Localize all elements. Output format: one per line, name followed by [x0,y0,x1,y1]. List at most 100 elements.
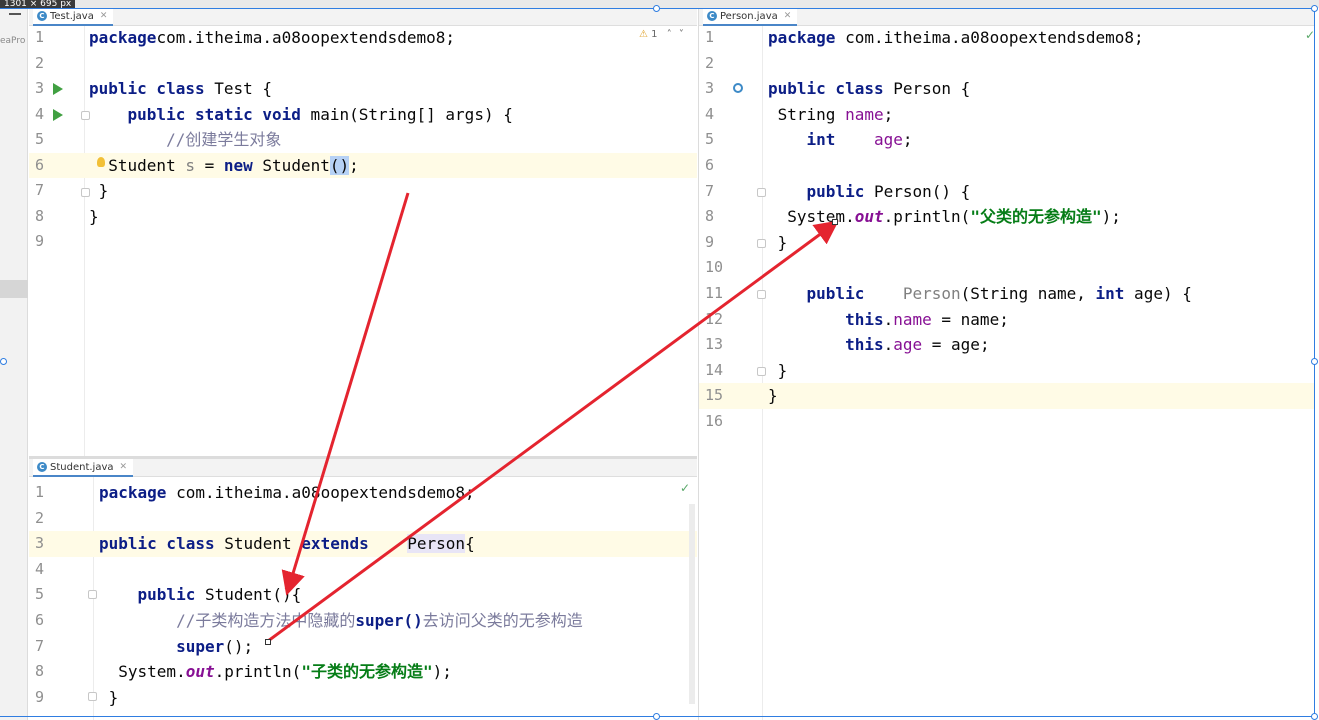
code-line[interactable]: 2 [699,51,1315,77]
code-line[interactable]: 6 //子类构造方法中隐藏的super()去访问父类的无参构造 [29,608,697,634]
code-token: } [768,232,788,252]
code-text: } [99,685,119,711]
fold-icon[interactable] [81,188,90,197]
line-number: 1 [35,483,45,501]
code-line[interactable]: 2 [29,506,697,532]
code-line[interactable]: 4 [29,557,697,583]
code-text: packagecom.itheima.a08oopextendsdemo8; [89,25,455,51]
code-line[interactable]: 7 } [29,178,697,204]
resize-handle[interactable] [653,713,660,720]
selection-marker [265,639,271,645]
code-line[interactable]: 8 System.out.println("父类的无参构造"); [699,204,1315,230]
code-line[interactable]: 3 public class Person { [699,76,1315,102]
line-number: 15 [705,386,724,405]
tab-student-java[interactable]: C Student.java ✕ [33,459,134,477]
scrollbar[interactable] [689,504,695,704]
line-number: 4 [705,104,715,123]
close-icon[interactable]: ✕ [120,462,128,472]
editor-pane-person: C Person.java ✕ 16 15} 14 } 13 this.age = a… [698,8,1315,720]
tab-bar: C Student.java ✕ [29,459,697,477]
resize-handle[interactable] [1311,5,1318,12]
code-line[interactable]: 13 this.age = age; [699,332,1315,358]
resize-handle[interactable] [0,358,7,365]
code-line[interactable]: 16 [699,409,1315,435]
code-line[interactable]: 3 public class Student extends Person{ [29,531,697,557]
inspection-widget[interactable]: ⚠ 1 ˄ ˅ [639,29,684,40]
code-line[interactable]: 14 } [699,358,1315,384]
code-text: } [89,204,99,230]
code-line[interactable]: 8} [29,204,697,230]
code-token: this [845,309,884,329]
code-token: public [806,181,865,201]
fold-icon[interactable] [88,590,97,599]
code-token: } [99,687,119,707]
code-text: } [768,230,788,256]
code-line[interactable]: 2 [29,51,697,77]
code-line[interactable]: 5 //创建学生对象 [29,127,697,153]
close-icon[interactable]: ✕ [784,11,792,21]
close-icon[interactable]: ✕ [100,11,108,21]
chevron-down-icon[interactable]: ˅ [679,29,684,40]
line-number: 5 [35,585,45,604]
tab-person-java[interactable]: C Person.java ✕ [703,8,798,26]
chevron-up-icon[interactable]: ˄ [667,29,672,40]
code-token: public static void [127,104,301,124]
code-token: ; [883,104,894,124]
code-text: this.name = name; [768,307,1009,333]
no-problems-check-icon[interactable]: ✓ [680,481,690,495]
code-line[interactable]: 7 public Person() { [699,179,1315,205]
fold-icon[interactable] [81,111,90,120]
code-token: .println( [214,662,302,682]
code-line[interactable]: 5 public Student(){ [29,582,697,608]
code-line[interactable]: 3 public class Test { [29,76,697,102]
code-text: System.out.println("子类的无参构造"); [99,659,452,685]
code-line[interactable]: 8 System.out.println("子类的无参构造"); [29,659,697,685]
code-line[interactable]: 1 packagecom.itheima.a08oopextendsdemo8; [29,25,697,51]
code-line[interactable]: 11 public Person(String name, int age) { [699,281,1315,307]
code-line[interactable]: 7 super(); [29,634,697,660]
code-line[interactable]: 9 [29,229,697,255]
run-class-icon[interactable] [53,83,63,95]
fold-icon[interactable] [757,367,766,376]
code-line[interactable]: 9 } [29,685,697,711]
project-tool-label[interactable]: eaPro [0,36,25,46]
code-line[interactable]: 6 Student s = new Student(); [29,152,697,179]
implemented-icon[interactable] [733,83,743,93]
warning-count: 1 [651,29,658,40]
code-line[interactable]: 1 package com.itheima.a08oopextendsdemo8; [699,25,1315,51]
code-token: } [768,360,788,380]
code-token: Student [252,155,330,175]
code-line[interactable]: 9 } [699,230,1315,256]
code-text: Student s = new Student(); [89,153,359,179]
code-line[interactable]: 10 [699,255,1315,281]
tab-test-java[interactable]: C Test.java ✕ [33,8,114,26]
code-line[interactable]: 12 this.name = name; [699,307,1315,333]
code-line[interactable]: 15} [699,383,1315,409]
code-token: name [845,104,884,124]
line-number: 1 [35,28,45,46]
lightbulb-icon[interactable] [97,157,105,167]
resize-handle[interactable] [653,5,660,12]
class-icon: C [707,11,717,21]
resize-handle[interactable] [1311,358,1318,365]
hamburger-menu-icon[interactable] [9,13,21,15]
code-token: public class [768,79,884,99]
resize-handle[interactable] [1311,713,1318,720]
code-line[interactable]: 4 public static void main(String[] args)… [29,102,697,128]
code-line[interactable]: 6 [699,153,1315,179]
fold-icon[interactable] [757,290,766,299]
fold-icon[interactable] [757,239,766,248]
fold-icon[interactable] [757,188,766,197]
fold-icon[interactable] [88,692,97,701]
code-line[interactable]: 5 int age; [699,127,1315,153]
code-line[interactable]: 1 package com.itheima.a08oopextendsdemo8; [29,480,697,506]
run-main-icon[interactable] [53,109,63,121]
code-token: System. [99,662,186,682]
code-token: . [883,309,894,329]
code-line[interactable]: 4 String name; [699,102,1315,128]
editor-pane-test: C Test.java ✕ 9 8} 7 } 6 Student s = new St… [29,8,697,456]
